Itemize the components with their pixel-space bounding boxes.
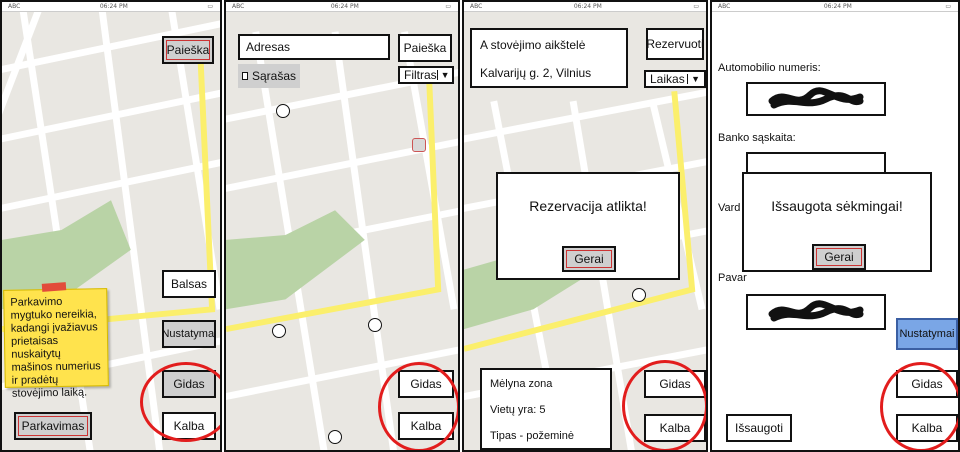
language-button[interactable]: Kalba [398, 412, 454, 440]
parking-pin[interactable] [632, 288, 646, 302]
time-select-value: Laikas [650, 72, 685, 86]
surname-field[interactable] [746, 294, 886, 330]
language-button[interactable]: Kalba [644, 414, 706, 442]
save-button[interactable]: Išsaugoti [726, 414, 792, 442]
surname-label: Pavar [718, 272, 747, 284]
reservation-dialog: Rezervacija atlikta! Gerai [496, 172, 680, 280]
language-button[interactable]: Kalba [162, 412, 216, 440]
carrier-label: ABC [8, 3, 21, 10]
time-select[interactable]: Laikas ▼ [644, 70, 706, 88]
checkbox-icon[interactable] [242, 72, 248, 80]
dialog-ok-button[interactable]: Gerai [562, 246, 616, 272]
lot-address: Kalvarijų g. 2, Vilnius [480, 66, 592, 80]
car-number-label: Automobilio numeris: [718, 62, 821, 74]
screen-settings: ABC 06:24 PM ▭ Automobilio numeris: Bank… [710, 0, 960, 452]
filter-select-value: Filtras [404, 68, 437, 82]
dialog-message: Rezervacija atlikta! [529, 198, 647, 214]
zone-label: Mėlyna zona [490, 378, 553, 390]
search-button[interactable]: Paieška [398, 34, 452, 62]
chevron-down-icon: ▼ [687, 74, 700, 84]
name-label: Vard [718, 202, 741, 214]
chevron-down-icon: ▼ [436, 70, 450, 80]
type-label: Tipas - požeminė [490, 430, 574, 442]
search-button[interactable]: Paieška [162, 36, 214, 64]
status-bar: ABC 06:24 PM ▭ [226, 2, 458, 12]
status-bar: ABC 06:24 PM ▭ [712, 2, 958, 12]
tape-decoration [41, 282, 67, 292]
carrier-label: ABC [718, 3, 731, 10]
parking-pin-selected[interactable] [412, 138, 426, 152]
language-button[interactable]: Kalba [896, 414, 958, 442]
time-label: 06:24 PM [573, 3, 602, 10]
guide-button[interactable]: Gidas [398, 370, 454, 398]
dialog-ok-button[interactable]: Gerai [812, 244, 866, 270]
sticky-note: Parkavimo mygtuko nereikia, kadangi įvaž… [3, 288, 109, 400]
lot-info-panel: A stovėjimo aikštelė Kalvarijų g. 2, Vil… [470, 28, 628, 88]
time-label: 06:24 PM [823, 3, 852, 10]
parking-pin[interactable] [272, 324, 286, 338]
screen-map-home: ABC 06:24 PM ▭ Paieška Balsas Nustatymai… [0, 0, 222, 452]
battery-icon: ▭ [945, 3, 952, 10]
zone-info-panel: Mėlyna zona Vietų yra: 5 Tipas - požemin… [480, 368, 612, 450]
list-checkbox-label: Sąrašas [251, 69, 296, 83]
reserve-button[interactable]: Rezervuoti [646, 28, 704, 60]
redacted-scribble-icon [768, 300, 864, 322]
screen-reservation: ABC 06:24 PM ▭ A stovėjimo aikštelė Kalv… [462, 0, 708, 452]
carrier-label: ABC [232, 3, 245, 10]
address-input[interactable]: Adresas [238, 34, 390, 60]
status-bar: ABC 06:24 PM ▭ [464, 2, 706, 12]
parking-pin[interactable] [328, 430, 342, 444]
battery-icon: ▭ [207, 3, 214, 10]
carrier-label: ABC [470, 3, 483, 10]
spots-label: Vietų yra: 5 [490, 404, 546, 416]
save-dialog: Išsaugota sėkmingai! Gerai [742, 172, 932, 272]
parking-button[interactable]: Parkavimas [14, 412, 92, 440]
parking-pin[interactable] [276, 104, 290, 118]
battery-icon: ▭ [693, 3, 700, 10]
time-label: 06:24 PM [99, 3, 128, 10]
battery-icon: ▭ [445, 3, 452, 10]
time-label: 06:24 PM [330, 3, 359, 10]
car-number-field[interactable] [746, 82, 886, 116]
guide-button[interactable]: Gidas [644, 370, 706, 398]
settings-button[interactable]: Nustatymai [896, 318, 958, 350]
dialog-message: Išsaugota sėkmingai! [771, 198, 903, 214]
guide-button[interactable]: Gidas [896, 370, 958, 398]
filter-select[interactable]: Filtras ▼ [398, 66, 454, 84]
parking-pin[interactable] [368, 318, 382, 332]
voice-button[interactable]: Balsas [162, 270, 216, 298]
settings-button[interactable]: Nustatymai [161, 320, 217, 348]
redacted-scribble-icon [768, 87, 864, 109]
guide-button[interactable]: Gidas [162, 370, 216, 398]
lot-name: A stovėjimo aikštelė [480, 38, 586, 52]
status-bar: ABC 06:24 PM ▭ [2, 2, 220, 12]
list-checkbox[interactable]: Sąrašas [238, 64, 300, 88]
screen-map-search: ABC 06:24 PM ▭ Adresas Paieška Sąrašas F… [224, 0, 460, 452]
bank-account-label: Banko sąskaita: [718, 132, 796, 144]
